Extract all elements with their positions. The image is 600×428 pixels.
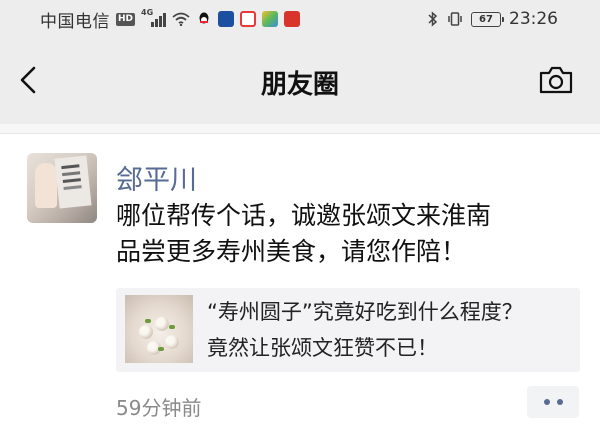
network-type: 4G <box>141 8 154 17</box>
post-content-line: 品尝更多寿州美食，请您作陪！ <box>116 237 467 266</box>
qq-icon <box>199 12 209 24</box>
bluetooth-icon <box>428 11 438 27</box>
page-title: 朋友圈 <box>260 70 339 100</box>
shared-link-card[interactable]: “寿州圆子”究竟好吃到什么程度？ 竟然让张颂文狂赞不已！ <box>116 288 580 372</box>
app-icon-red-square <box>240 11 257 27</box>
app-icon-red <box>284 11 301 27</box>
post-author[interactable]: 郐平川 <box>116 158 197 197</box>
link-thumbnail <box>125 295 193 363</box>
more-dots-icon <box>543 399 550 405</box>
status-bar-right: 67 23:26 <box>427 0 558 38</box>
carrier-name: 中国电信 <box>40 11 110 32</box>
battery-icon: 67 <box>471 11 504 27</box>
cellular-signal-icon: 4G <box>141 8 167 27</box>
status-bar: 中国电信 HD 4G 67 23:26 <box>0 0 600 38</box>
app-icon-blue <box>218 11 235 27</box>
more-actions-button[interactable] <box>527 386 579 418</box>
link-title: “寿州圆子”究竟好吃到什么程度？ 竟然让张颂文狂赞不已！ <box>207 294 572 366</box>
vibrate-icon <box>448 12 462 26</box>
app-icon-colorful <box>262 11 279 27</box>
link-title-line: 竟然让张颂文狂赞不已！ <box>207 336 438 360</box>
post-timestamp: 59分钟前 <box>116 396 202 420</box>
hd-badge: HD <box>116 12 136 26</box>
header-divider <box>0 124 600 134</box>
post-content: 哪位帮传个话，诚邀张颂文来淮南 品尝更多寿州美食，请您作陪！ <box>116 198 576 270</box>
nav-bar: 朋友圈 <box>0 38 600 124</box>
status-bar-left: 中国电信 HD 4G <box>40 0 301 38</box>
post-content-line: 哪位帮传个话，诚邀张颂文来淮南 <box>116 201 492 230</box>
moment-post: 郐平川 哪位帮传个话，诚邀张颂文来淮南 品尝更多寿州美食，请您作陪！ “寿州圆子… <box>0 134 600 428</box>
camera-icon[interactable] <box>538 64 574 96</box>
avatar[interactable] <box>27 153 97 223</box>
wifi-icon <box>172 12 190 26</box>
clock: 23:26 <box>509 9 558 29</box>
link-title-line: “寿州圆子”究竟好吃到什么程度？ <box>207 300 523 324</box>
more-dots-icon-dot <box>556 399 563 405</box>
